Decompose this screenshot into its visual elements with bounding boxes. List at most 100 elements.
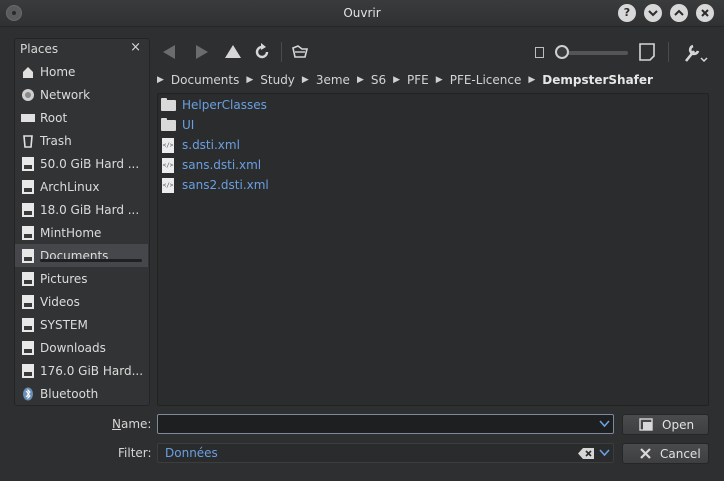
help-button[interactable]: ? bbox=[618, 4, 636, 22]
places-item-176-0-gib-hard[interactable]: 176.0 GiB Hard... bbox=[15, 359, 148, 382]
forward-icon[interactable] bbox=[194, 44, 210, 60]
hard-drive-icon bbox=[21, 271, 35, 286]
places-item-label: 176.0 GiB Hard... bbox=[40, 363, 144, 378]
file-name: sans.dsti.xml bbox=[182, 158, 262, 172]
trash-icon bbox=[21, 134, 35, 148]
places-item-pictures[interactable]: Pictures bbox=[15, 267, 148, 290]
places-item-18-0-gib-hard[interactable]: 18.0 GiB Hard ... bbox=[15, 198, 148, 221]
places-item-label: Home bbox=[40, 64, 76, 79]
breadcrumb-item[interactable]: S6 bbox=[371, 73, 386, 87]
places-item-documents[interactable]: Documents bbox=[15, 244, 148, 267]
file-name: s.dsti.xml bbox=[182, 138, 240, 152]
reload-icon[interactable] bbox=[253, 43, 271, 61]
bluetooth-icon bbox=[21, 387, 35, 401]
file-name: sans2.dsti.xml bbox=[182, 178, 269, 192]
file-name: HelperClasses bbox=[182, 98, 267, 112]
places-item-label: Trash bbox=[40, 133, 72, 148]
places-item-label: Pictures bbox=[40, 271, 88, 286]
toolbar-separator bbox=[281, 42, 282, 62]
chevron-down-icon[interactable] bbox=[599, 449, 610, 457]
network-icon bbox=[21, 88, 35, 102]
file-name: UI bbox=[182, 118, 195, 132]
places-item-label: MintHome bbox=[40, 225, 102, 240]
root-icon bbox=[21, 111, 35, 125]
filter-combobox[interactable]: Données bbox=[157, 443, 614, 463]
chevron-up-icon bbox=[674, 9, 684, 16]
file-list-view[interactable]: HelperClasses UI </> s.dsti.xml </> sans.dsti… bbox=[157, 93, 709, 406]
places-item-minthome[interactable]: MintHome bbox=[15, 221, 148, 244]
options-wrench-icon[interactable] bbox=[682, 42, 710, 64]
breadcrumb-item[interactable]: PFE bbox=[407, 73, 429, 87]
name-input[interactable] bbox=[157, 414, 614, 434]
large-preview-icon bbox=[639, 43, 655, 61]
places-item-label: Videos bbox=[40, 294, 80, 309]
clear-text-icon[interactable] bbox=[578, 448, 594, 459]
hard-drive-icon bbox=[21, 363, 35, 378]
file-item[interactable]: </> s.dsti.xml bbox=[161, 135, 240, 155]
open-folder-icon bbox=[639, 418, 653, 431]
documents-capacity-bar bbox=[40, 259, 142, 262]
chevron-down-icon bbox=[648, 10, 658, 17]
places-item-bluetooth[interactable]: Bluetooth bbox=[15, 382, 148, 405]
file-item[interactable]: HelperClasses bbox=[161, 95, 267, 115]
places-item-network[interactable]: Network bbox=[15, 83, 148, 106]
breadcrumb-separator-icon[interactable]: ▶ bbox=[246, 75, 253, 85]
back-icon[interactable] bbox=[161, 44, 177, 60]
breadcrumb-item[interactable]: 3eme bbox=[316, 73, 350, 87]
window-title: Ouvrir bbox=[343, 6, 381, 20]
breadcrumb-separator-icon[interactable]: ▶ bbox=[157, 75, 164, 85]
places-item-root[interactable]: Root bbox=[15, 106, 148, 129]
places-item-label: Downloads bbox=[40, 340, 106, 355]
places-item-label: Root bbox=[40, 110, 68, 125]
breadcrumb-item[interactable]: PFE-Licence bbox=[450, 73, 522, 87]
breadcrumb: ▶ Documents ▶ Study ▶ 3eme ▶ S6 ▶ PFE ▶ PFE-Licence… bbox=[157, 71, 653, 89]
hard-drive-icon bbox=[21, 294, 35, 309]
hard-drive-icon bbox=[21, 248, 35, 263]
breadcrumb-separator-icon[interactable]: ▶ bbox=[528, 75, 535, 85]
folder-icon bbox=[161, 97, 176, 111]
hard-drive-icon bbox=[21, 156, 35, 171]
new-folder-icon[interactable] bbox=[290, 44, 310, 60]
places-item-archlinux[interactable]: ArchLinux bbox=[15, 175, 148, 198]
places-item-videos[interactable]: Videos bbox=[15, 290, 148, 313]
title-bar: Ouvrir ? bbox=[0, 0, 724, 27]
close-button[interactable] bbox=[696, 4, 714, 22]
hard-drive-icon bbox=[21, 317, 35, 332]
minimize-button[interactable] bbox=[644, 4, 662, 22]
places-item-system[interactable]: SYSTEM bbox=[15, 313, 148, 336]
places-item-downloads[interactable]: Downloads bbox=[15, 336, 148, 359]
breadcrumb-separator-icon[interactable]: ▶ bbox=[436, 75, 443, 85]
up-icon[interactable] bbox=[224, 43, 242, 61]
cancel-button[interactable]: Cancel bbox=[622, 443, 709, 464]
xml-file-icon: </> bbox=[162, 137, 174, 153]
hard-drive-icon bbox=[21, 340, 35, 355]
home-icon bbox=[21, 65, 35, 79]
places-close-icon[interactable]: × bbox=[130, 40, 141, 55]
breadcrumb-separator-icon[interactable]: ▶ bbox=[357, 75, 364, 85]
open-button[interactable]: Open bbox=[622, 414, 709, 435]
breadcrumb-item[interactable]: Study bbox=[260, 73, 295, 87]
filter-label: Filter: bbox=[118, 446, 152, 460]
folder-icon bbox=[161, 117, 176, 131]
places-item-50-0-gib-hard[interactable]: 50.0 GiB Hard ... bbox=[15, 152, 148, 175]
breadcrumb-item[interactable]: DempsterShafer bbox=[542, 73, 653, 87]
xml-file-icon: </> bbox=[162, 157, 174, 173]
zoom-slider-handle[interactable] bbox=[555, 45, 569, 59]
places-item-trash[interactable]: Trash bbox=[15, 129, 148, 152]
chevron-down-icon[interactable] bbox=[599, 420, 610, 428]
maximize-button[interactable] bbox=[670, 4, 688, 22]
cancel-icon bbox=[640, 448, 651, 459]
places-item-label: SYSTEM bbox=[40, 317, 88, 332]
file-item[interactable]: </> sans2.dsti.xml bbox=[161, 175, 269, 195]
breadcrumb-separator-icon[interactable]: ▶ bbox=[393, 75, 400, 85]
file-item[interactable]: UI bbox=[161, 115, 194, 135]
toolbar-separator bbox=[668, 42, 669, 62]
close-icon bbox=[701, 9, 709, 17]
places-item-label: Network bbox=[40, 87, 91, 102]
places-item-home[interactable]: Home bbox=[15, 60, 148, 83]
small-preview-icon bbox=[535, 47, 544, 58]
breadcrumb-item[interactable]: Documents bbox=[171, 73, 239, 87]
file-item[interactable]: </> sans.dsti.xml bbox=[161, 155, 261, 175]
zoom-slider-track[interactable] bbox=[562, 51, 628, 55]
breadcrumb-separator-icon[interactable]: ▶ bbox=[302, 75, 309, 85]
